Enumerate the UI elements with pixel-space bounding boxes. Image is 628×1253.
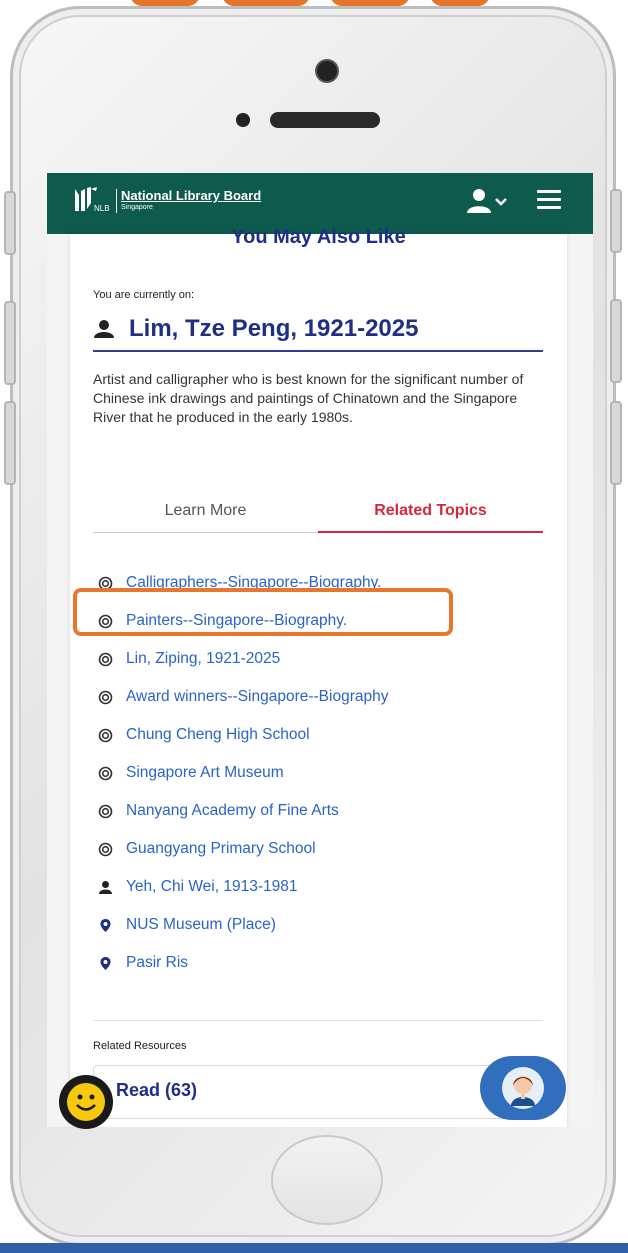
hamburger-menu-icon[interactable] xyxy=(537,190,561,212)
related-topic-item[interactable]: Singapore Art Museum xyxy=(97,754,537,792)
card-title: You May Also Like xyxy=(231,226,406,248)
tab-related-topics[interactable]: Related Topics xyxy=(318,490,543,533)
related-topic-item[interactable]: Nanyang Academy of Fine Arts xyxy=(97,792,537,830)
location-pin-icon xyxy=(97,917,113,933)
earpiece-speaker xyxy=(270,112,380,128)
front-camera xyxy=(317,61,337,81)
related-topic-link[interactable]: NUS Museum (Place) xyxy=(126,916,276,934)
related-topic-item[interactable]: Guangyang Primary School xyxy=(97,830,537,868)
related-topic-item[interactable]: Award winners--Singapore--Biography xyxy=(97,678,537,716)
highlight-outline xyxy=(73,588,453,636)
decorative-blue-bar xyxy=(0,1243,628,1253)
chat-assistant-button[interactable] xyxy=(480,1056,566,1120)
current-topic: Lim, Tze Peng, 1921-2025 xyxy=(93,308,543,352)
side-button-right-mid xyxy=(610,299,622,383)
org-name-link[interactable]: National Library Board xyxy=(121,188,261,203)
tab-learn-more[interactable]: Learn More xyxy=(93,490,318,531)
related-topic-link[interactable]: Singapore Art Museum xyxy=(126,764,284,782)
nlb-abbrev: NLB xyxy=(94,204,110,213)
volume-down-button xyxy=(4,401,16,485)
subject-icon xyxy=(97,841,113,857)
phone-screen: NLB National Library Board Singapore You… xyxy=(47,173,593,1127)
mute-switch xyxy=(4,191,16,255)
related-topic-item[interactable]: Chung Cheng High School xyxy=(97,716,537,754)
related-topic-item[interactable]: NUS Museum (Place) xyxy=(97,906,537,944)
related-topic-link[interactable]: Award winners--Singapore--Biography xyxy=(126,688,388,706)
related-topic-item[interactable]: Yeh, Chi Wei, 1913-1981 xyxy=(97,868,537,906)
volume-up-button xyxy=(4,301,16,385)
subject-icon xyxy=(97,765,113,781)
smiley-face-icon xyxy=(67,1083,105,1121)
side-button-right-top xyxy=(610,189,622,253)
current-topic-name: Lim, Tze Peng, 1921-2025 xyxy=(129,315,419,342)
org-country: Singapore xyxy=(121,204,153,211)
screenshot-stage: NLB National Library Board Singapore You… xyxy=(0,0,628,1253)
person-icon xyxy=(97,879,113,895)
related-topic-link[interactable]: Nanyang Academy of Fine Arts xyxy=(126,802,339,820)
related-topic-link[interactable]: Yeh, Chi Wei, 1913-1981 xyxy=(126,878,297,896)
feedback-smiley-button[interactable] xyxy=(59,1075,113,1129)
subject-icon xyxy=(97,689,113,705)
read-resources-button[interactable]: Read (63) xyxy=(93,1065,543,1119)
read-resources-label: Read (63) xyxy=(116,1080,198,1100)
subject-icon xyxy=(97,803,113,819)
related-topic-link[interactable]: Lin, Ziping, 1921-2025 xyxy=(126,650,280,668)
logo-divider xyxy=(116,189,117,213)
current-label: You are currently on: xyxy=(93,289,195,301)
location-pin-icon xyxy=(97,955,113,971)
related-topic-link[interactable]: Pasir Ris xyxy=(126,954,188,972)
topic-tabs: Learn More Related Topics xyxy=(93,490,543,533)
related-topic-item[interactable]: Pasir Ris xyxy=(97,944,537,982)
top-navbar: NLB National Library Board Singapore xyxy=(47,173,593,234)
related-resources-label: Related Resources xyxy=(93,1040,187,1052)
home-button[interactable] xyxy=(271,1135,383,1225)
proximity-sensor xyxy=(236,113,250,127)
related-topic-link[interactable]: Guangyang Primary School xyxy=(126,840,316,858)
related-topic-link[interactable]: Chung Cheng High School xyxy=(126,726,310,744)
topic-description: Artist and calligrapher who is best know… xyxy=(93,371,524,425)
user-account-icon[interactable] xyxy=(465,187,509,215)
subject-icon xyxy=(97,727,113,743)
subject-icon xyxy=(97,651,113,667)
person-icon xyxy=(94,320,114,338)
assistant-avatar-icon xyxy=(502,1067,544,1109)
related-topic-item[interactable]: Lin, Ziping, 1921-2025 xyxy=(97,640,537,678)
section-divider xyxy=(93,1020,543,1021)
recommendation-card: You May Also Like You are currently on: … xyxy=(70,226,567,1127)
side-button-right-low xyxy=(610,401,622,485)
